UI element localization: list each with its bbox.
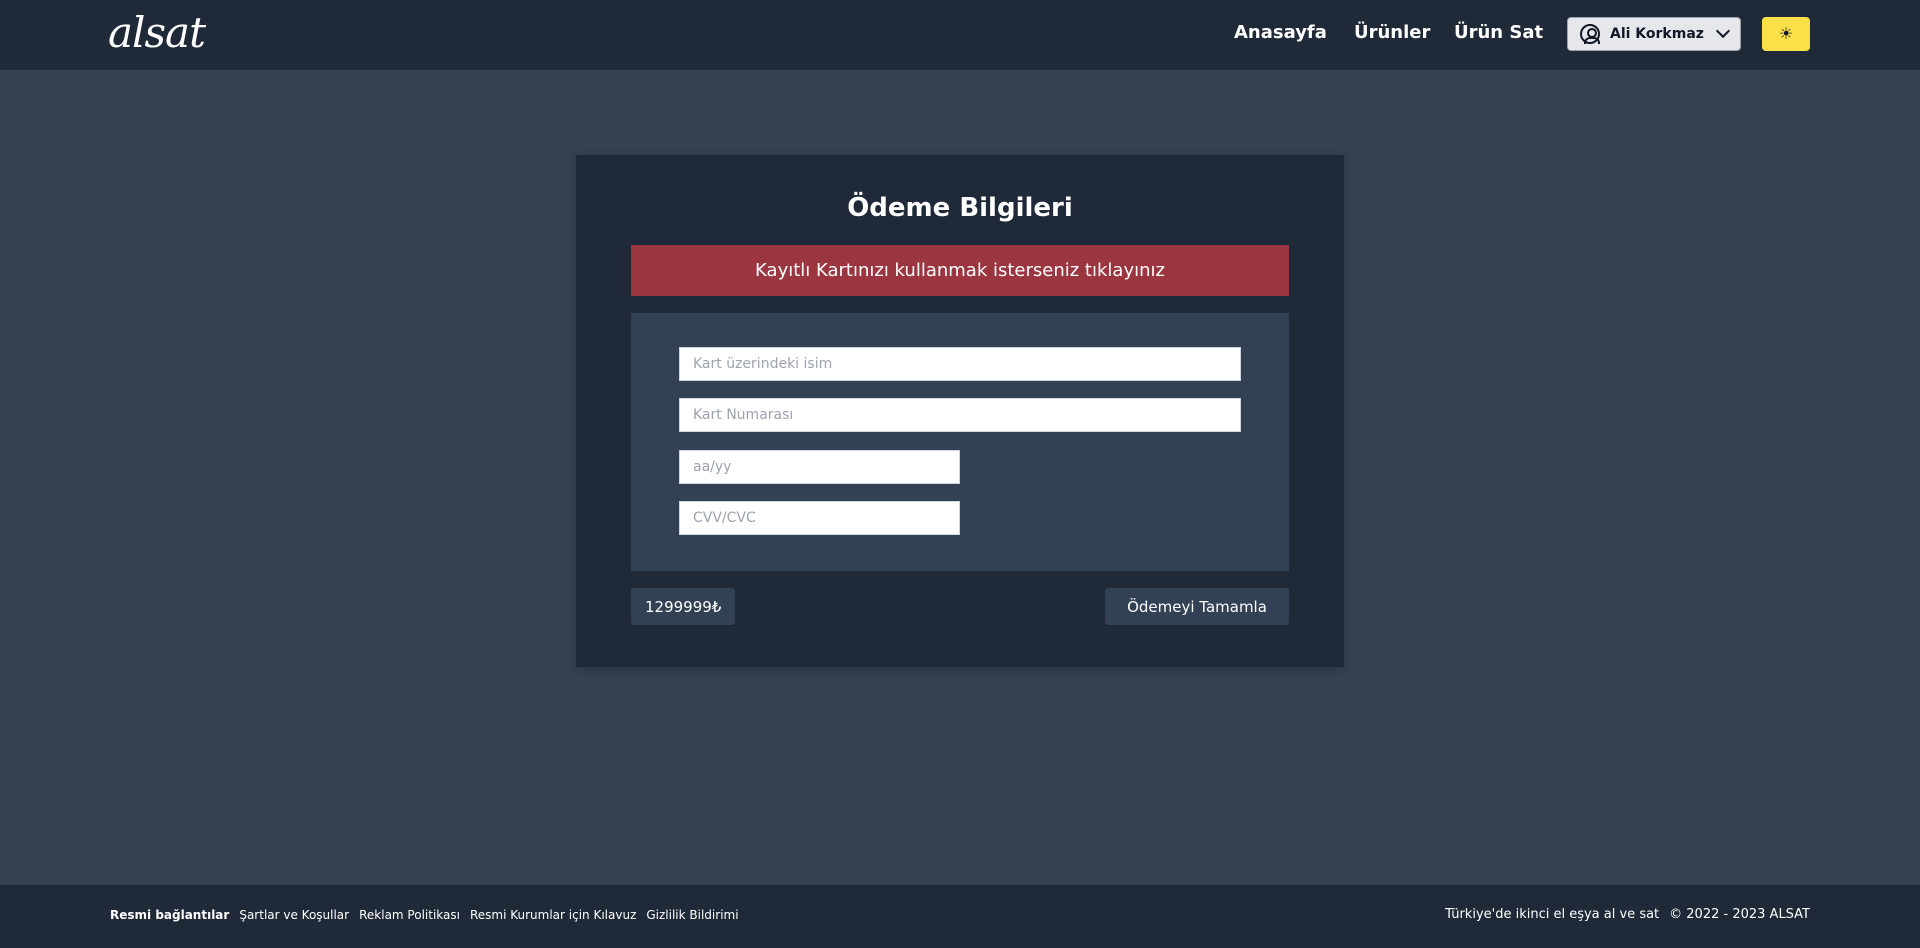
- complete-payment-button[interactable]: Ödemeyi Tamamla: [1105, 588, 1289, 625]
- payment-card: Ödeme Bilgileri Kayıtlı Kartınızı kullan…: [576, 155, 1344, 667]
- footer-links-heading: Resmi bağlantılar: [110, 908, 230, 922]
- user-name-label: Ali Korkmaz: [1610, 26, 1704, 42]
- card-expiry-input[interactable]: [679, 450, 960, 484]
- nav-link-home[interactable]: Anasayfa: [1234, 22, 1327, 43]
- theme-toggle-button[interactable]: ☀: [1762, 17, 1810, 51]
- chevron-down-icon: [1715, 23, 1731, 39]
- cardholder-name-input[interactable]: [679, 347, 1241, 381]
- nav-link-sell-product[interactable]: Ürün Sat: [1454, 22, 1543, 43]
- footer-tagline: Türkiye'de ikinci el eşya al ve sat: [1445, 907, 1660, 922]
- card-cvv-input[interactable]: [679, 501, 960, 535]
- top-navbar: alsat Anasayfa Ürünler Ürün Sat Ali Kork…: [0, 0, 1920, 70]
- sun-icon: ☀: [1778, 26, 1794, 43]
- footer-link-terms[interactable]: Şartlar ve Koşullar: [239, 908, 349, 922]
- nav-link-products[interactable]: Ürünler: [1354, 22, 1430, 43]
- total-price-badge: 1299999₺: [631, 588, 736, 625]
- footer: Resmi bağlantılar Şartlar ve Koşullar Re…: [0, 885, 1920, 948]
- footer-link-privacy[interactable]: Gizlilik Bildirimi: [646, 908, 738, 922]
- footer-link-ad-policy[interactable]: Reklam Politikası: [359, 908, 460, 922]
- footer-copyright: © 2022 - 2023 ALSAT: [1669, 907, 1810, 922]
- user-circle-icon: [1580, 24, 1600, 44]
- footer-links: Resmi bağlantılar Şartlar ve Koşullar Re…: [110, 908, 749, 922]
- footer-link-authorities-guide[interactable]: Resmi Kurumlar için Kılavuz: [470, 908, 636, 922]
- user-menu-dropdown[interactable]: Ali Korkmaz: [1567, 17, 1741, 51]
- use-saved-card-banner[interactable]: Kayıtlı Kartınızı kullanmak isterseniz t…: [631, 245, 1289, 296]
- footer-info: Türkiye'de ikinci el eşya al ve sat © 20…: [1445, 907, 1810, 922]
- alsat-logo[interactable]: alsat: [108, 8, 206, 57]
- page-title: Ödeme Bilgileri: [847, 193, 1073, 223]
- card-form-panel: [631, 313, 1289, 571]
- card-number-input[interactable]: [679, 398, 1241, 432]
